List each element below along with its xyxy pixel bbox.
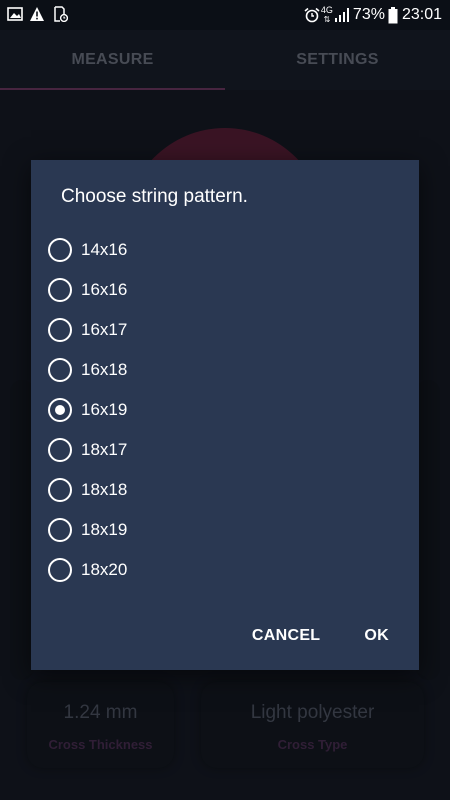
- option-14x16[interactable]: 14x16: [48, 230, 408, 270]
- option-label: 14x16: [81, 240, 128, 259]
- battery-percent: 73%: [352, 6, 385, 23]
- option-16x19[interactable]: 16x19: [48, 390, 408, 430]
- document-clock-icon: [54, 6, 68, 22]
- option-18x17[interactable]: 18x17: [48, 430, 408, 470]
- string-pattern-dialog: Choose string pattern. 14x16 16x16 16x17…: [31, 160, 419, 670]
- signal-icon: [334, 8, 349, 22]
- radio-button[interactable]: [48, 278, 72, 302]
- warning-icon: [30, 7, 44, 21]
- string-pattern-options: 14x16 16x16 16x17 16x18 16x19 18x17 18x1…: [48, 230, 408, 590]
- dialog-title: Choose string pattern.: [61, 186, 248, 207]
- option-label: 18x19: [81, 520, 128, 539]
- option-label: 18x18: [81, 480, 128, 499]
- radio-button[interactable]: [48, 398, 72, 422]
- option-label: 18x20: [81, 560, 128, 579]
- alarm-clock-icon: [304, 7, 320, 23]
- radio-button[interactable]: [48, 558, 72, 582]
- cancel-button[interactable]: CANCEL: [252, 627, 320, 645]
- image-icon: [7, 7, 23, 21]
- radio-button[interactable]: [48, 518, 72, 542]
- option-label: 16x17: [81, 320, 128, 339]
- dialog-actions: CANCEL OK: [252, 627, 389, 645]
- radio-button[interactable]: [48, 358, 72, 382]
- radio-button[interactable]: [48, 238, 72, 262]
- option-label: 18x17: [81, 440, 128, 459]
- radio-button[interactable]: [48, 318, 72, 342]
- status-bar: 4G ⇅ 73% 23:01: [0, 0, 450, 30]
- option-18x18[interactable]: 18x18: [48, 470, 408, 510]
- option-18x19[interactable]: 18x19: [48, 510, 408, 550]
- clock-time: 23:01: [401, 6, 442, 23]
- option-16x16[interactable]: 16x16: [48, 270, 408, 310]
- option-18x20[interactable]: 18x20: [48, 550, 408, 590]
- option-label: 16x16: [81, 280, 128, 299]
- network-label: 4G: [320, 5, 333, 15]
- option-16x17[interactable]: 16x17: [48, 310, 408, 350]
- radio-button[interactable]: [48, 478, 72, 502]
- ok-button[interactable]: OK: [364, 627, 389, 645]
- option-16x18[interactable]: 16x18: [48, 350, 408, 390]
- option-label: 16x19: [81, 400, 128, 419]
- battery-icon: [388, 6, 398, 23]
- network-type: 4G ⇅: [320, 5, 333, 25]
- option-label: 16x18: [81, 360, 128, 379]
- radio-button[interactable]: [48, 438, 72, 462]
